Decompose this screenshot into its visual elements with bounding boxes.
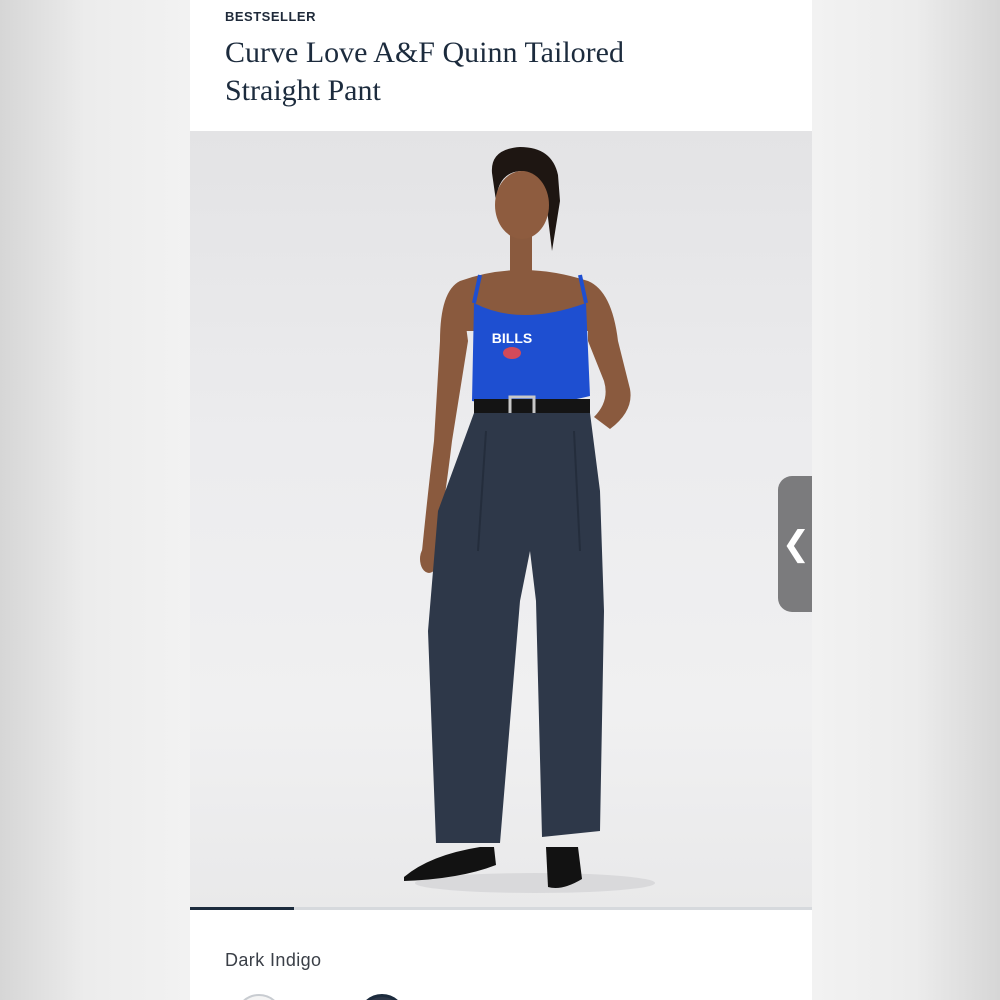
gallery-progress-track [190, 907, 812, 910]
face [495, 171, 549, 239]
product-title-line-2: Straight Pant [225, 74, 381, 107]
product-title: Curve Love A&F Quinn Tailored Straight P… [225, 34, 665, 110]
product-image[interactable]: BILLS [190, 131, 812, 907]
right-shoe [546, 847, 582, 888]
blurred-background-left [0, 0, 190, 1000]
gallery-progress-fill [190, 907, 294, 910]
model-photo: BILLS [404, 147, 655, 893]
belt [474, 399, 590, 413]
side-tab-button[interactable]: ❮ [778, 476, 812, 612]
right-arm [588, 281, 631, 429]
product-page: BESTSELLER Curve Love A&F Quinn Tailored… [190, 0, 812, 1000]
helmet-logo [503, 347, 521, 359]
blurred-background-right [812, 0, 1000, 1000]
tank-top [472, 303, 590, 405]
color-swatch-selected[interactable] [358, 994, 406, 1000]
tank-top-print: BILLS [492, 330, 532, 346]
color-name: Dark Indigo [225, 950, 322, 970]
product-title-line-1: Curve Love A&F Quinn Tailored [225, 36, 624, 69]
pants [428, 413, 604, 843]
bestseller-badge: BESTSELLER [225, 9, 316, 24]
chevron-left-icon: ❮ [781, 524, 811, 564]
color-swatch[interactable] [235, 994, 283, 1000]
